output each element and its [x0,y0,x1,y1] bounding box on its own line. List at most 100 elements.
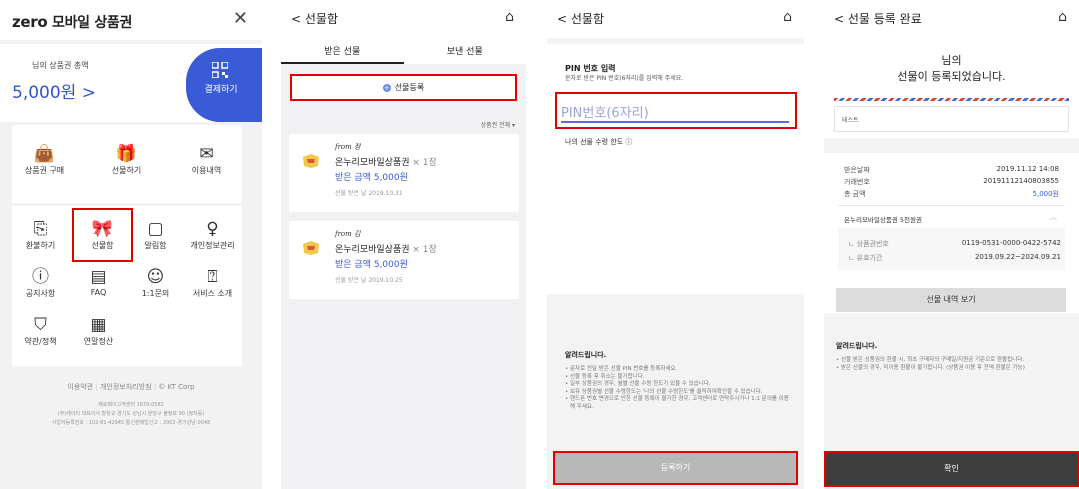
menu-label: 선물하기 [111,166,142,175]
tab-received[interactable]: 받은 선물 [281,44,404,57]
voucher-filter-dropdown[interactable]: 상품권 전체 ▾ [481,120,515,129]
close-icon[interactable]: ✕ [233,8,248,29]
chevron-up-icon[interactable]: ︿ [1050,212,1057,222]
register-label: 선물등록 [394,83,425,92]
menu-inquiry[interactable]: ☺ 1:1문의 [127,266,184,299]
menu-label: 연말정산 [83,337,114,346]
received-date: 선물 받은 날 2019.10.31 [335,190,403,197]
gift-product: 온누리모바일상품권 × 1장 [335,242,437,255]
pin-input[interactable]: PIN번호(6자리) [555,92,797,129]
home-icon[interactable]: ⌂ [1058,9,1067,25]
notice-item: 보유 상품권별 선물 수령한도는 '나의 선물 수령한도'를 클릭하여확인할 수… [565,389,793,397]
top-bar: < 선물함 ⌂ [547,0,804,38]
menu-grid: ⎘ 환불하기 🎀 선물함 ▢ 알림함 ♀ 개인정보관리 ⓘ 공지사항 ▤ FAQ… [12,206,242,366]
notice-item: 일부 상품권의 경우, 월별 선물 수령 한도가 있을 수 있습니다. [565,381,793,389]
sub-detail-value: 2019.09.22~2024.09.21 [974,253,1061,261]
register-submit-button[interactable]: 등록하기 [553,451,798,485]
product-name: 온누리모바일상품권 [335,158,410,168]
menu-label: 약관/정책 [24,337,57,346]
bag-icon: 👜 [33,144,56,164]
refund-icon: ⎘ [33,219,48,239]
menu-faq[interactable]: ▤ FAQ [70,266,127,297]
menu-label: 선물함 [91,241,114,250]
menu-buy[interactable]: 👜 상품권 구매 [16,143,73,176]
received-amount: 받은 금액 5,000원 [335,260,408,270]
register-gift-button[interactable]: + 선물등록 [290,74,517,101]
balance-amount[interactable]: 5,000원 > [12,78,96,103]
divider [838,205,1065,206]
gift-register-complete-screen: < 선물 등록 완료 ⌂ 님의 선물이 등록되었습니다. 테스트 받은날짜 20… [824,0,1079,489]
quick-menu: 👜 상품권 구매 🎁 선물하기 ✉ 이용내역 [12,125,242,203]
tab-sent[interactable]: 보낸 선물 [404,44,527,57]
terms-link[interactable]: 이용약관 [67,383,93,391]
top-bar: < 선물함 ⌂ [281,0,526,38]
privacy-link[interactable]: 개인정보처리방침 [100,383,152,391]
notice-list: 선물 받은 상품권의 환불 시, 최초 구매자의 구매일/지원금 기준으로 환불… [836,357,1068,372]
menu-gift-box[interactable]: 🎀 선물함 [72,208,133,262]
detail-key: 총 금액 [844,190,866,198]
app-title: 모바일 상품권 [52,15,133,31]
notice-item: 선물 등록 후 취소는 불가합니다. [565,374,793,382]
confirm-button[interactable]: 확인 [824,451,1079,487]
sub-detail-key: ㄴ 유효기간 [848,254,883,262]
home-icon[interactable]: ⌂ [505,9,514,25]
received-amount: 받은 금액 5,000원 [335,173,408,183]
voucher-icon [303,241,319,255]
zero-logo: zero [12,13,48,31]
notice-item: 받은 선물의 경우, 미이용 환불이 불가합니다. (상품권 이용 후 잔액 환… [836,365,1068,373]
menu-tax[interactable]: ▦ 연말정산 [70,314,127,347]
question-icon: ⍰ [207,267,218,287]
gift-message: 테스트 [842,117,859,124]
menu-privacy[interactable]: ♀ 개인정보관리 [184,218,241,251]
product-name: 온누리모바일상품권 5천원권 [844,216,922,224]
notice-section: 알려드립니다. 선물 받은 상품권의 환불 시, 최초 구매자의 구매일/지원금… [836,341,1068,372]
main-menu-screen: zero 모바일 상품권 ✕ 님의 상품권 총액 5,000원 > 결제하기 👜… [0,0,262,489]
menu-history[interactable]: ✉ 이용내역 [178,143,235,176]
product-name: 온누리모바일상품권 [335,245,410,255]
gift-tabs: 받은 선물 보낸 선물 [281,38,526,64]
notice-section: 알려드립니다. 문자로 전달 받은 선물 PIN 번호를 등록하세요. 선물 등… [565,350,793,411]
back-button[interactable]: < 선물함 [557,10,604,27]
detail-key: 받은날짜 [844,166,870,174]
notice-title: 알려드립니다. [836,342,878,350]
home-icon[interactable]: ⌂ [783,9,792,25]
envelope-icon: ✉ [199,144,214,164]
menu-send-gift[interactable]: 🎁 선물하기 [98,143,155,176]
gift-sender: from 정 [335,143,361,151]
menu-notice[interactable]: ⓘ 공지사항 [12,266,69,299]
menu-terms[interactable]: ⛉ 약관/정책 [12,314,69,347]
detail-key: 거래번호 [844,178,870,186]
menu-label: 알림함 [144,241,167,250]
complete-headline: 선물이 등록되었습니다. [897,70,1006,83]
view-gift-history-button[interactable]: 선물 내역 보기 [836,288,1066,312]
person-settings-icon: ♀ [206,219,219,239]
pay-label: 결제하기 [204,85,238,95]
pin-placeholder: PIN번호(6자리) [561,106,649,121]
menu-refund[interactable]: ⎘ 환불하기 [12,218,69,251]
pay-button[interactable]: 결제하기 [186,48,262,122]
back-button[interactable]: < 선물함 [291,10,338,27]
received-date: 선물 받은 날 2019.10.25 [335,277,403,284]
active-tab-underline [281,62,404,64]
menu-label: 상품권 구매 [24,166,65,175]
menu-service-intro[interactable]: ⍰ 서비스 소개 [184,266,241,299]
gift-hand-icon: 🎁 [115,144,138,164]
menu-label: FAQ [90,288,107,297]
gift-box-icon: 🎀 [91,219,114,239]
detail-value: 2019.11.12 14:08 [996,165,1059,173]
menu-notifications[interactable]: ▢ 알림함 [127,218,184,251]
back-button[interactable]: < 선물 등록 완료 [834,10,922,27]
gift-box-screen: < 선물함 ⌂ 받은 선물 보낸 선물 + 선물등록 상품권 전체 ▾ from … [281,0,526,489]
gift-limit-link[interactable]: 나의 선물 수령 한도 ⓘ [565,137,632,147]
recipient-line: 님의 [941,54,962,67]
pin-subtitle: 문자로 받은 PIN 번호(6자리)를 입력해 주세요. [565,75,684,82]
notice-item: 문자로 전달 받은 선물 PIN 번호를 등록하세요. [565,366,793,374]
menu-label: 공지사항 [25,289,56,298]
gift-item[interactable]: from 김 온누리모바일상품권 × 1장 받은 금액 5,000원 선물 받은… [289,221,519,299]
footer-address: (주)케이티 대표이사 황창규 경기도 성남시 분당구 불정로 90 (정자동) [57,411,205,417]
envelope-stripe [834,98,1069,101]
shield-check-icon: ⛉ [34,315,47,335]
gift-item[interactable]: from 정 온누리모바일상품권 × 1장 받은 금액 5,000원 선물 받은… [289,134,519,212]
sub-detail-value: 0119-0531-0000-0422-5742 [961,239,1061,247]
footer-links: 이용약관 | 개인정보처리방침 | © KT Corp [67,383,195,391]
